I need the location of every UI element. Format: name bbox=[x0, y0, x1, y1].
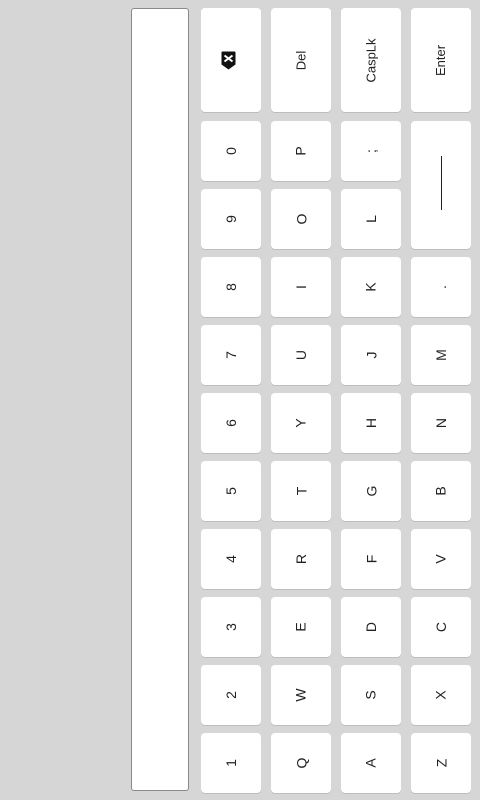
key-l[interactable]: L bbox=[341, 189, 401, 249]
key-u[interactable]: U bbox=[271, 325, 331, 385]
key-j[interactable]: J bbox=[341, 325, 401, 385]
key-e[interactable]: E bbox=[271, 597, 331, 657]
key-period[interactable]: . bbox=[411, 257, 471, 317]
key-6[interactable]: 6 bbox=[201, 393, 261, 453]
key-label: T bbox=[293, 486, 309, 496]
key-d[interactable]: D bbox=[341, 597, 401, 657]
key-f[interactable]: F bbox=[341, 529, 401, 589]
key-label: 4 bbox=[222, 555, 239, 563]
key-k[interactable]: K bbox=[341, 257, 401, 317]
key-1[interactable]: 1 bbox=[201, 733, 261, 793]
key-h[interactable]: H bbox=[341, 393, 401, 453]
key-w[interactable]: W bbox=[271, 665, 331, 725]
key-t[interactable]: T bbox=[271, 461, 331, 521]
text-input-field[interactable] bbox=[131, 8, 189, 791]
key-label: D bbox=[363, 621, 379, 633]
key-label: G bbox=[362, 485, 379, 497]
key-label: 3 bbox=[222, 623, 239, 631]
key-label: O bbox=[292, 213, 309, 225]
key-label: 7 bbox=[222, 351, 239, 359]
key-label: M bbox=[432, 349, 449, 361]
space-key[interactable] bbox=[411, 121, 471, 249]
key-5[interactable]: 5 bbox=[201, 461, 261, 521]
key-label: 6 bbox=[222, 419, 239, 427]
key-v[interactable]: V bbox=[411, 529, 471, 589]
key-label: Y bbox=[293, 418, 309, 428]
key-p[interactable]: P bbox=[271, 121, 331, 181]
key-label: 5 bbox=[222, 487, 239, 495]
key-label: Z bbox=[433, 758, 449, 768]
enter-key[interactable]: Enter bbox=[411, 8, 471, 112]
backspace-key[interactable] bbox=[201, 8, 261, 112]
key-semicolon[interactable]: ; bbox=[341, 121, 401, 181]
key-q[interactable]: Q bbox=[271, 733, 331, 793]
del-key[interactable]: Del bbox=[271, 8, 331, 112]
key-9[interactable]: 9 bbox=[201, 189, 261, 249]
key-label: Q bbox=[292, 757, 309, 769]
key-i[interactable]: I bbox=[271, 257, 331, 317]
key-7[interactable]: 7 bbox=[201, 325, 261, 385]
key-b[interactable]: B bbox=[411, 461, 471, 521]
key-s[interactable]: S bbox=[341, 665, 401, 725]
enter-key-label: Enter bbox=[433, 44, 449, 76]
key-label: K bbox=[363, 282, 379, 292]
key-c[interactable]: C bbox=[411, 597, 471, 657]
key-label: V bbox=[433, 554, 449, 564]
key-3[interactable]: 3 bbox=[201, 597, 261, 657]
key-label: 1 bbox=[222, 759, 239, 767]
key-n[interactable]: N bbox=[411, 393, 471, 453]
key-r[interactable]: R bbox=[271, 529, 331, 589]
key-label: . bbox=[432, 285, 449, 289]
key-8[interactable]: 8 bbox=[201, 257, 261, 317]
key-label: S bbox=[363, 690, 379, 700]
key-label: 8 bbox=[222, 283, 239, 291]
key-0[interactable]: 0 bbox=[201, 121, 261, 181]
key-z[interactable]: Z bbox=[411, 733, 471, 793]
key-g[interactable]: G bbox=[341, 461, 401, 521]
key-label: 0 bbox=[222, 147, 239, 155]
capslock-key-label: CaspLk bbox=[363, 37, 379, 83]
key-y[interactable]: Y bbox=[271, 393, 331, 453]
key-label: N bbox=[433, 417, 449, 429]
del-key-label: Del bbox=[293, 50, 309, 70]
key-4[interactable]: 4 bbox=[201, 529, 261, 589]
key-label: I bbox=[292, 285, 309, 289]
key-label: U bbox=[293, 349, 309, 361]
key-label: F bbox=[363, 554, 379, 564]
key-a[interactable]: A bbox=[341, 733, 401, 793]
key-label: P bbox=[293, 146, 309, 156]
key-label: ; bbox=[362, 149, 379, 153]
key-label: X bbox=[433, 690, 449, 700]
key-label: 2 bbox=[222, 691, 239, 699]
key-2[interactable]: 2 bbox=[201, 665, 261, 725]
key-label: H bbox=[363, 417, 379, 429]
backspace-icon bbox=[221, 51, 241, 69]
space-bar-icon bbox=[440, 155, 442, 215]
key-label: A bbox=[363, 758, 379, 768]
key-m[interactable]: M bbox=[411, 325, 471, 385]
key-o[interactable]: O bbox=[271, 189, 331, 249]
key-label: L bbox=[362, 215, 379, 223]
key-label: W bbox=[293, 688, 309, 702]
key-label: R bbox=[293, 553, 309, 565]
key-label: B bbox=[433, 486, 449, 496]
key-label: C bbox=[433, 621, 449, 633]
key-label: J bbox=[363, 351, 379, 359]
key-label: E bbox=[293, 622, 309, 632]
key-label: 9 bbox=[222, 215, 239, 223]
key-x[interactable]: X bbox=[411, 665, 471, 725]
capslock-key[interactable]: CaspLk bbox=[341, 8, 401, 112]
